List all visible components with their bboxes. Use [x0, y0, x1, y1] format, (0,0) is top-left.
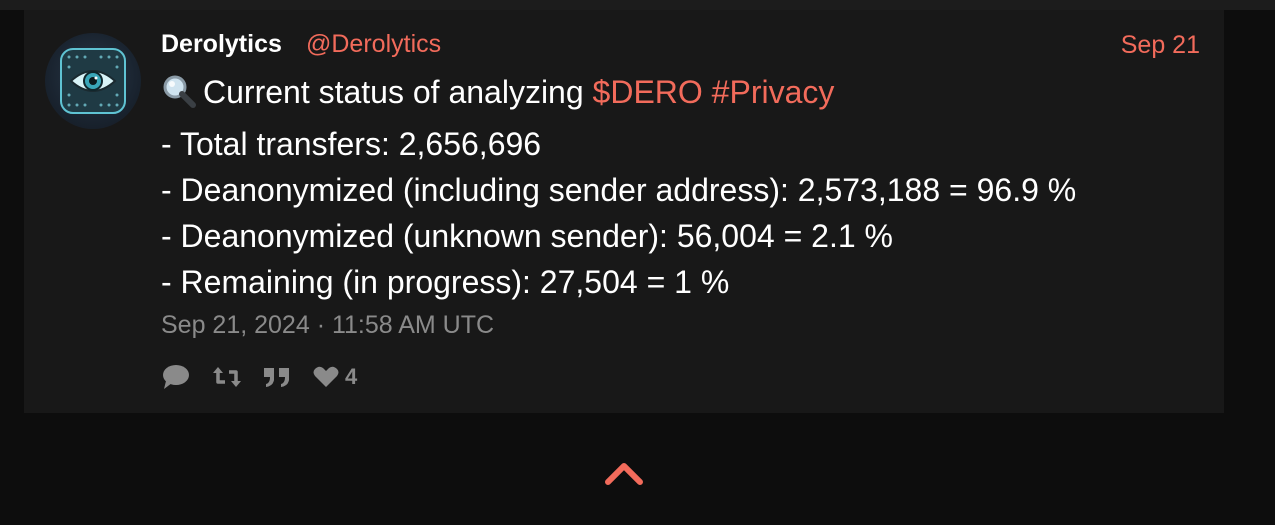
cashtag-link[interactable]: $DERO	[593, 74, 703, 110]
tweet-line: - Remaining (in progress): 27,504 = 1 %	[161, 264, 730, 300]
retweet-icon	[213, 367, 241, 387]
tweet-content: Current status of analyzing $DERO #Priva…	[161, 69, 1221, 305]
reply-button[interactable]	[161, 364, 191, 390]
like-button[interactable]: 4	[313, 364, 357, 390]
tweet-intro-line: Current status of analyzing $DERO #Priva…	[161, 69, 1221, 121]
top-bar	[0, 0, 1275, 10]
tweet-line: - Deanonymized (unknown sender): 56,004 …	[161, 218, 893, 254]
tweet-intro-text: Current status of analyzing	[203, 74, 584, 110]
author-name[interactable]: Derolytics	[161, 30, 282, 59]
hashtag-link[interactable]: #Privacy	[712, 74, 835, 110]
tweet-line: - Deanonymized (including sender address…	[161, 172, 1077, 208]
magnifying-glass-icon	[161, 73, 203, 121]
tweet-timestamp[interactable]: Sep 21, 2024 · 11:58 AM UTC	[161, 311, 494, 340]
tweet-line: - Total transfers: 2,656,696	[161, 126, 542, 162]
comment-icon	[163, 365, 189, 389]
quote-button[interactable]	[263, 366, 291, 388]
quote-icon	[264, 368, 289, 387]
author-handle[interactable]: @Derolytics	[306, 30, 441, 59]
avatar[interactable]	[45, 33, 141, 129]
eye-logo-icon	[60, 48, 126, 114]
tweet-actions: 4	[161, 363, 379, 391]
scroll-to-top-button[interactable]	[604, 458, 644, 488]
post-date-link[interactable]: Sep 21	[1121, 31, 1200, 60]
chevron-up-icon	[605, 463, 643, 485]
retweet-button[interactable]	[213, 366, 241, 388]
like-count: 4	[345, 364, 358, 389]
heart-icon	[313, 366, 339, 387]
